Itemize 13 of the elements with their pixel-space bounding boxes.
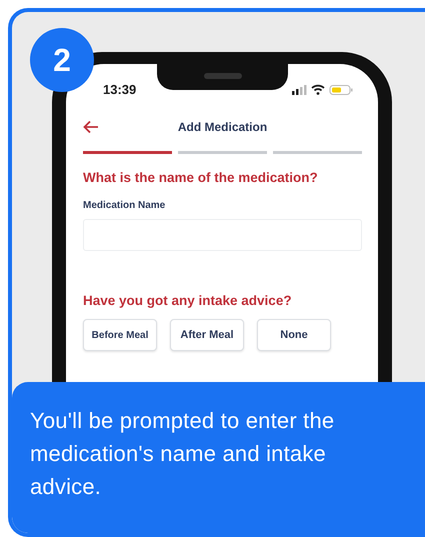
step-number-badge: 2 <box>30 28 94 92</box>
status-time: 13:39 <box>103 82 136 97</box>
speaker-icon <box>204 73 242 79</box>
back-arrow-icon[interactable] <box>83 120 99 134</box>
status-icons-drawing <box>292 84 354 96</box>
intake-option-button[interactable]: Before Meal <box>83 319 157 351</box>
question-heading: What is the name of the medication? <box>83 170 319 185</box>
intake-option-button[interactable]: After Meal <box>170 319 244 351</box>
question-heading: Have you got any intake advice? <box>83 293 293 308</box>
caption-text: You'll be prompted to enter the medication's name and intake advice. <box>12 382 425 533</box>
intake-option-button[interactable]: None <box>257 319 331 351</box>
screen-title: Add Medication <box>178 120 268 134</box>
field-label: Medication Name <box>83 200 166 211</box>
